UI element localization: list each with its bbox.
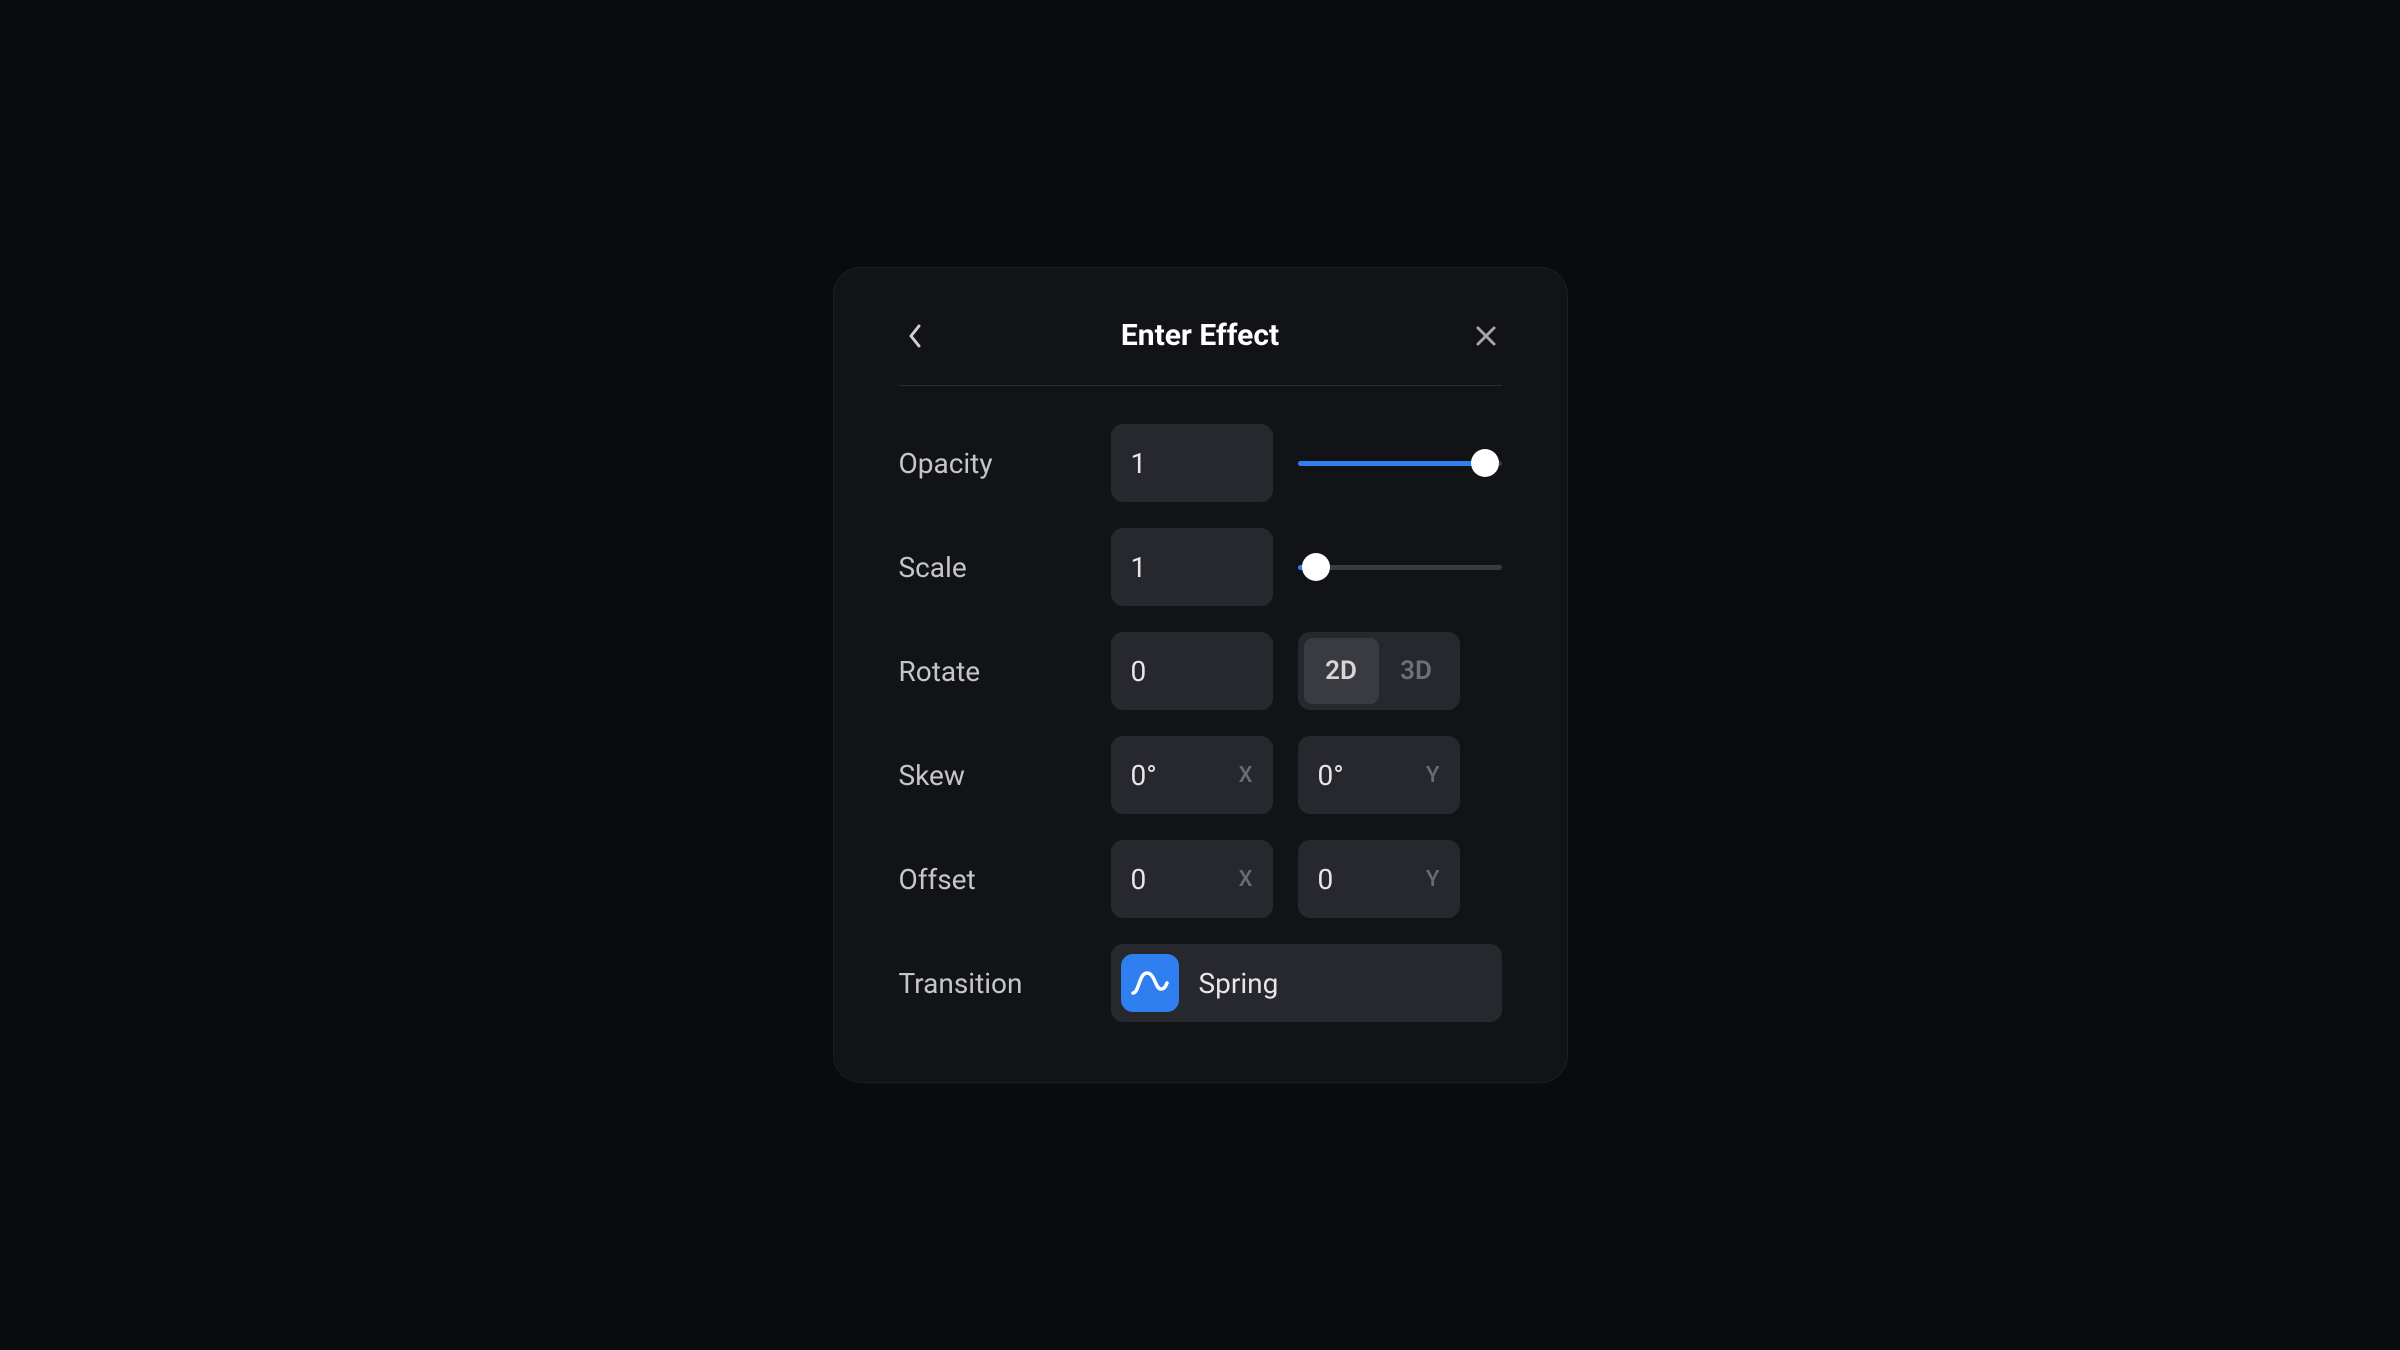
- spring-icon: [1121, 954, 1179, 1012]
- skew-y-suffix: Y: [1426, 763, 1439, 788]
- transition-value: Spring: [1199, 967, 1279, 1000]
- chevron-left-icon: [908, 324, 922, 348]
- scale-input[interactable]: 1: [1111, 528, 1273, 606]
- slider-thumb[interactable]: [1471, 449, 1499, 477]
- rotate-mode-toggle: 2D 3D: [1298, 632, 1460, 710]
- opacity-row: Opacity 1: [899, 424, 1502, 502]
- rotate-row: Rotate 0 2D 3D: [899, 632, 1502, 710]
- scale-slider[interactable]: [1298, 557, 1502, 577]
- slider-thumb[interactable]: [1302, 553, 1330, 581]
- rotate-3d-button[interactable]: 3D: [1379, 638, 1454, 704]
- scale-label: Scale: [899, 551, 1111, 584]
- offset-x-value: 0: [1131, 863, 1147, 896]
- offset-y-input[interactable]: 0 Y: [1298, 840, 1460, 918]
- offset-y-value: 0: [1318, 863, 1334, 896]
- transition-label: Transition: [899, 967, 1111, 1000]
- slider-fill: [1298, 461, 1482, 466]
- effect-panel: Enter Effect Opacity 1 Scale 1 Rotate 0 …: [833, 267, 1568, 1083]
- skew-y-value: 0°: [1318, 759, 1344, 792]
- opacity-label: Opacity: [899, 447, 1111, 480]
- offset-y-suffix: Y: [1426, 867, 1439, 892]
- skew-x-input[interactable]: 0° X: [1111, 736, 1273, 814]
- opacity-input[interactable]: 1: [1111, 424, 1273, 502]
- skew-y-input[interactable]: 0° Y: [1298, 736, 1460, 814]
- close-button[interactable]: [1470, 320, 1502, 352]
- opacity-slider[interactable]: [1298, 453, 1502, 473]
- skew-row: Skew 0° X 0° Y: [899, 736, 1502, 814]
- transition-row: Transition Spring: [899, 944, 1502, 1022]
- offset-row: Offset 0 X 0 Y: [899, 840, 1502, 918]
- skew-x-value: 0°: [1131, 759, 1157, 792]
- scale-row: Scale 1: [899, 528, 1502, 606]
- skew-label: Skew: [899, 759, 1111, 792]
- skew-x-suffix: X: [1239, 763, 1253, 788]
- panel-title: Enter Effect: [1121, 318, 1279, 353]
- rotate-2d-button[interactable]: 2D: [1304, 638, 1379, 704]
- offset-label: Offset: [899, 863, 1111, 896]
- rotate-input[interactable]: 0: [1111, 632, 1273, 710]
- back-button[interactable]: [899, 320, 931, 352]
- offset-x-suffix: X: [1239, 867, 1253, 892]
- close-icon: [1475, 325, 1497, 347]
- transition-select[interactable]: Spring: [1111, 944, 1502, 1022]
- rotate-label: Rotate: [899, 655, 1111, 688]
- offset-x-input[interactable]: 0 X: [1111, 840, 1273, 918]
- panel-header: Enter Effect: [899, 318, 1502, 386]
